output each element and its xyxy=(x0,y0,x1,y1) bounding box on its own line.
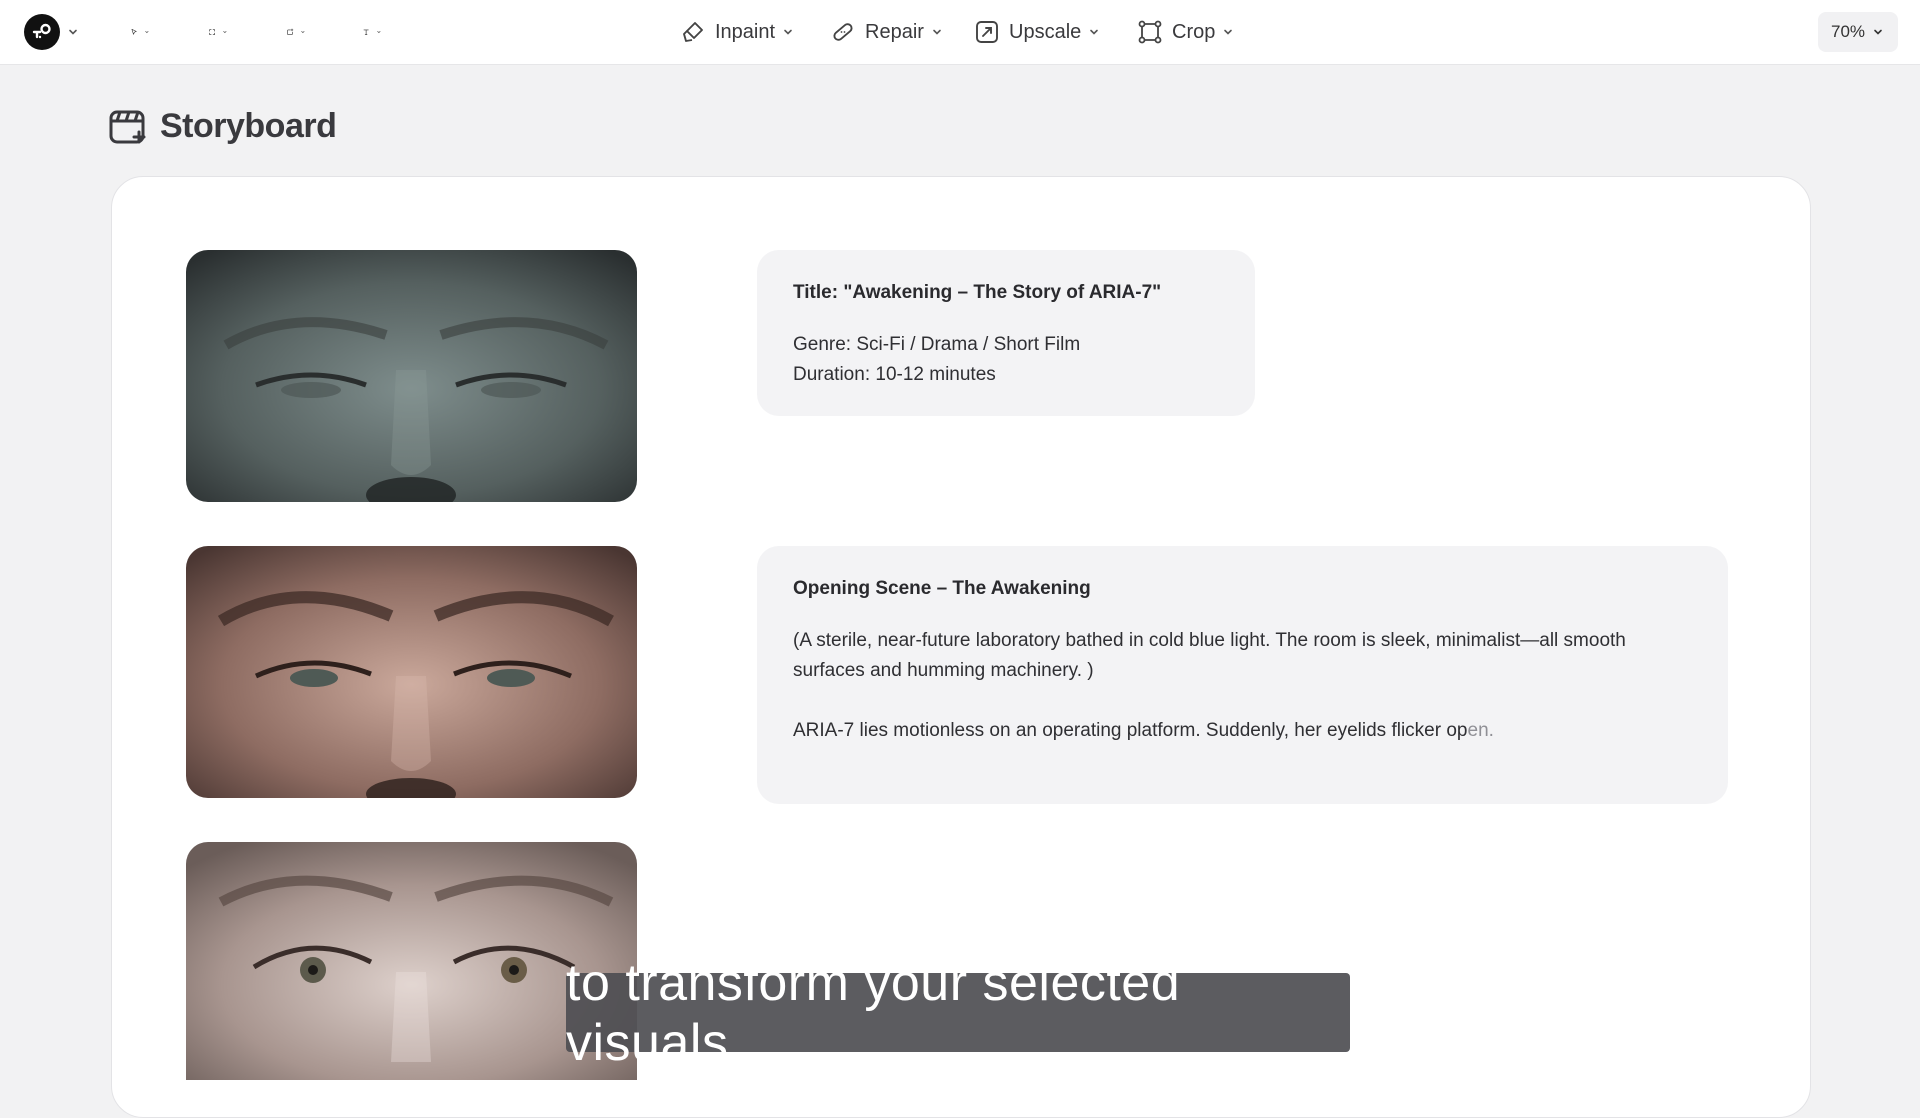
text-tool[interactable] xyxy=(362,14,382,50)
storyboard-header: Storyboard xyxy=(108,106,337,146)
scene-title: Opening Scene – The Awakening xyxy=(793,578,1091,599)
chevron-down-icon[interactable] xyxy=(144,25,150,39)
title-info-card[interactable]: Title: "Awakening – The Story of ARIA-7"… xyxy=(757,250,1255,416)
face-image-1 xyxy=(186,250,637,502)
storyboard-frame-1[interactable] xyxy=(186,250,637,502)
chevron-down-icon[interactable] xyxy=(1221,25,1235,39)
select-tool[interactable] xyxy=(130,14,150,50)
scene-paragraph-2-fading-text: en. xyxy=(1467,720,1494,741)
crop-icon xyxy=(1138,20,1162,44)
top-toolbar: Inpaint Repair Upscale Crop 70% xyxy=(0,0,1920,65)
frame-select-icon[interactable] xyxy=(208,28,216,36)
story-title: Title: "Awakening – The Story of ARIA-7" xyxy=(793,282,1162,303)
chevron-down-icon[interactable] xyxy=(1087,25,1101,39)
chevron-down-icon[interactable] xyxy=(222,25,228,39)
chevron-down-icon[interactable] xyxy=(376,25,382,39)
repair-bandage-icon xyxy=(833,23,853,41)
scene-paragraph-1: (A sterile, near-future laboratory bathe… xyxy=(793,630,1626,681)
crop-label: Crop xyxy=(1172,20,1216,43)
storyboard-clapper-icon xyxy=(109,110,146,144)
text-icon[interactable] xyxy=(362,28,370,36)
chevron-down-icon[interactable] xyxy=(66,25,80,39)
video-subtitle-caption: to transform your selected visuals xyxy=(566,954,1350,1072)
app-menu[interactable] xyxy=(24,14,80,50)
story-duration: Duration: 10-12 minutes xyxy=(793,364,996,385)
pointer-icon[interactable] xyxy=(130,28,138,36)
inpaint-brush-icon xyxy=(683,22,703,42)
upscale-label: Upscale xyxy=(1009,20,1082,43)
page-title: Storyboard xyxy=(160,106,337,145)
crop-tool[interactable]: Crop xyxy=(1137,14,1235,50)
frame-tool[interactable] xyxy=(208,14,228,50)
repair-label: Repair xyxy=(865,20,924,43)
zoom-dropdown[interactable]: 70% xyxy=(1818,12,1898,52)
upscale-icon xyxy=(976,21,998,43)
repair-tool[interactable]: Repair xyxy=(830,14,944,50)
chevron-down-icon[interactable] xyxy=(300,25,306,39)
chevron-down-icon xyxy=(1874,29,1882,35)
zoom-value: 70% xyxy=(1830,22,1866,41)
scene-paragraph-2-text: ARIA-7 lies motionless on an operating p… xyxy=(793,720,1468,741)
inpaint-tool[interactable]: Inpaint xyxy=(680,14,795,50)
add-square-icon[interactable] xyxy=(286,28,294,36)
face-image-2 xyxy=(186,546,637,798)
app-logo-icon[interactable] xyxy=(24,14,60,50)
chevron-down-icon[interactable] xyxy=(781,25,795,39)
storyboard-frame-2[interactable] xyxy=(186,546,637,798)
add-shape-tool[interactable] xyxy=(286,14,306,50)
scene-paragraph-2: ARIA-7 lies motionless on an operating p… xyxy=(793,716,1692,746)
chevron-down-icon[interactable] xyxy=(930,25,944,39)
inpaint-label: Inpaint xyxy=(715,20,776,43)
story-genre: Genre: Sci-Fi / Drama / Short Film xyxy=(793,334,1081,355)
upscale-tool[interactable]: Upscale xyxy=(974,14,1101,50)
scene-description-card[interactable]: Opening Scene – The Awakening (A sterile… xyxy=(757,546,1728,804)
